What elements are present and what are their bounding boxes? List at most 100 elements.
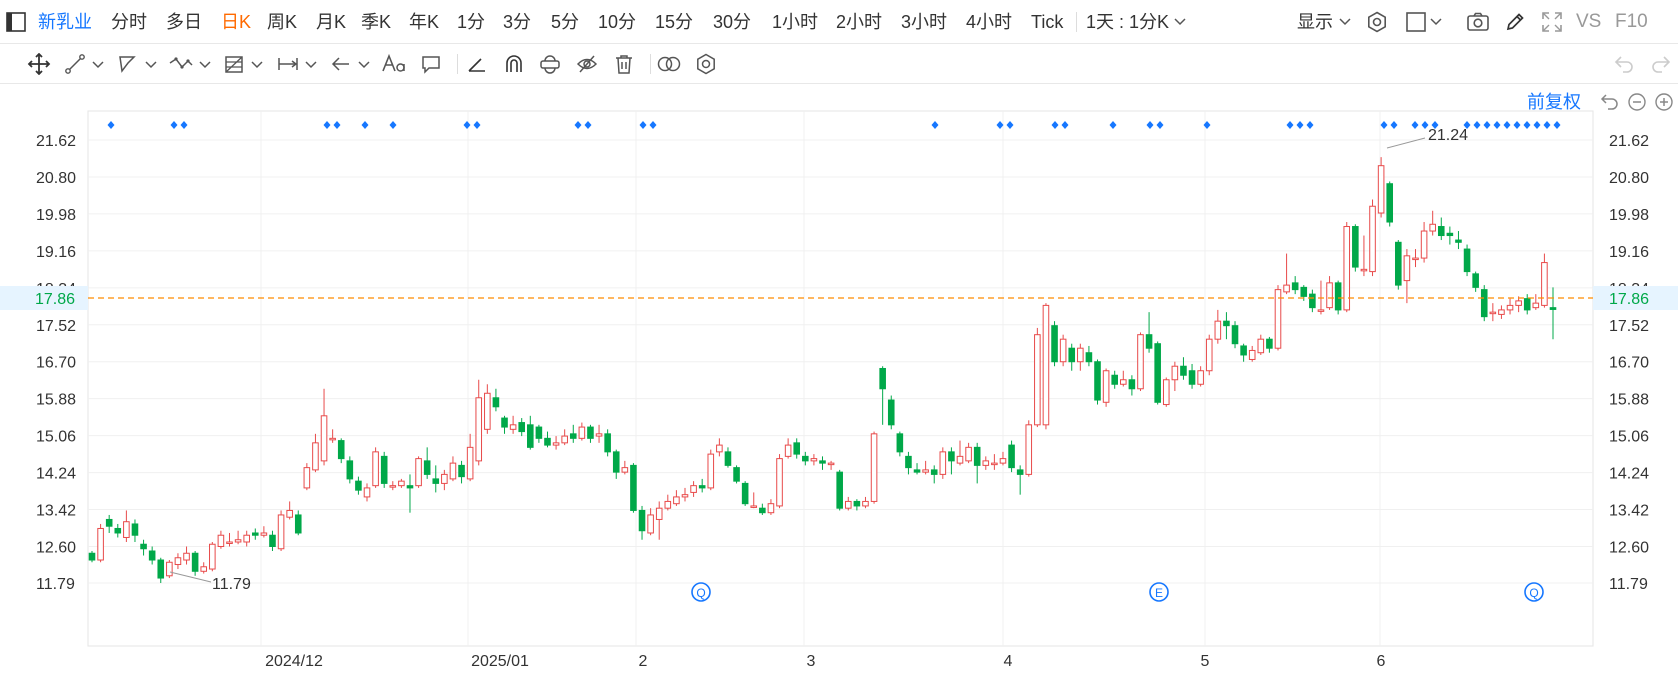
candlestick-chart[interactable]: 21.62 21.62 20.80 20.80 19.98 19.98 19.16 19.16… [0, 84, 1678, 679]
candle-up [415, 458, 422, 487]
candle-down [518, 422, 525, 433]
trash-icon[interactable] [614, 53, 634, 75]
candle-down [114, 527, 122, 534]
layout-icon[interactable] [1405, 11, 1427, 33]
toolbar-separator [457, 54, 458, 74]
period-tab[interactable]: 年K [409, 0, 439, 44]
y-tick-label-left: 13.42 [36, 503, 76, 520]
period-tab[interactable]: 30分 [713, 0, 751, 44]
fibonacci-icon[interactable] [223, 53, 245, 75]
undo-icon[interactable] [1613, 53, 1635, 75]
gear-icon[interactable] [1366, 11, 1388, 33]
chevron-down-icon[interactable] [92, 60, 104, 70]
arrow-left-icon[interactable] [330, 53, 352, 75]
candle-up [260, 532, 268, 536]
polygon-tool-icon[interactable] [116, 53, 138, 75]
x-tick-label: 3 [807, 653, 816, 670]
chevron-down-icon[interactable] [145, 60, 157, 70]
y-tick-label-right: 12.60 [1609, 539, 1649, 556]
period-tab[interactable]: 4小时 [966, 0, 1012, 44]
chevron-down-icon[interactable] [199, 60, 211, 70]
candle-up [1489, 311, 1497, 315]
camera-icon[interactable] [1466, 11, 1490, 33]
candle-up [286, 509, 293, 518]
period-tab[interactable]: Tick [1031, 0, 1063, 44]
chevron-down-icon[interactable] [251, 60, 263, 70]
period-tab[interactable]: 多日 [166, 0, 202, 44]
candle-up [561, 435, 568, 444]
candle-down [1094, 361, 1101, 401]
candle-up [681, 494, 689, 498]
chevron-down-icon[interactable] [305, 60, 317, 70]
range-measure-icon[interactable] [276, 53, 300, 75]
candle-down [759, 507, 766, 514]
period-tab[interactable]: 15分 [655, 0, 693, 44]
candle-up [784, 444, 792, 457]
period-tab[interactable]: 月K [316, 0, 346, 44]
period-tab[interactable]: 1小时 [772, 0, 818, 44]
wave-tool-icon[interactable] [168, 53, 194, 75]
candle-up [1257, 338, 1265, 354]
signal-diamond [574, 121, 582, 129]
event-marker-e[interactable]: E [1149, 582, 1169, 602]
sidebar-toggle-icon[interactable] [6, 12, 26, 32]
candle-up [97, 527, 104, 561]
interval-select[interactable]: 1天 : 1分K [1086, 0, 1169, 44]
redo-icon[interactable] [1650, 53, 1672, 75]
x-tick-label: 2 [639, 653, 648, 670]
candle-down [380, 455, 388, 484]
display-menu-label: 显示 [1297, 12, 1333, 32]
chevron-down-icon[interactable] [1339, 17, 1351, 27]
pencil-icon[interactable] [1504, 11, 1526, 33]
text-tool-icon[interactable] [381, 53, 407, 75]
vs-button[interactable]: VS [1576, 0, 1601, 44]
candle-up [578, 426, 586, 439]
period-tab[interactable]: 分时 [111, 0, 147, 44]
signal-diamond [931, 121, 939, 129]
candle-up [1059, 338, 1067, 363]
candle-down [432, 478, 440, 484]
candle-down [1188, 370, 1196, 385]
candle-down [905, 455, 912, 469]
angle-tool-icon[interactable] [466, 53, 488, 75]
candle-up [475, 397, 483, 462]
candle-up [1205, 338, 1213, 372]
period-tab[interactable]: 5分 [551, 0, 579, 44]
period-tab[interactable]: 10分 [598, 0, 636, 44]
candle-down [157, 559, 165, 579]
period-tab[interactable]: 1分 [457, 0, 485, 44]
comment-icon[interactable] [420, 53, 442, 75]
signal-diamond [1006, 121, 1014, 129]
svg-text:Q: Q [1529, 586, 1538, 600]
candle-up [664, 500, 672, 509]
fullscreen-icon[interactable] [1541, 11, 1563, 33]
period-tab[interactable]: 2小时 [836, 0, 882, 44]
y-tick-label-left: 15.06 [36, 429, 76, 446]
lock-drawings-icon[interactable] [538, 53, 562, 75]
trend-line-icon[interactable] [64, 53, 86, 75]
chevron-down-icon[interactable] [358, 60, 370, 70]
period-tab[interactable]: 3分 [503, 0, 531, 44]
compare-icon[interactable] [656, 53, 682, 75]
period-tab-active[interactable]: 日K [221, 0, 251, 44]
stock-name[interactable]: 新乳业 [38, 0, 92, 44]
candle-up [200, 566, 208, 572]
settings-gear-icon[interactable] [695, 53, 717, 75]
period-tab[interactable]: 3小时 [901, 0, 947, 44]
event-marker-q[interactable]: Q [691, 582, 711, 602]
chevron-down-icon[interactable] [1430, 17, 1442, 27]
signal-diamond [1061, 121, 1069, 129]
candle-up [303, 467, 311, 489]
event-marker-q[interactable]: Q [1524, 582, 1544, 602]
chevron-down-icon[interactable] [1174, 17, 1186, 27]
f10-button[interactable]: F10 [1615, 0, 1648, 44]
crosshair-move-icon[interactable] [27, 53, 51, 75]
candle-down [879, 367, 886, 390]
display-menu[interactable]: 显示 [1297, 0, 1333, 44]
magnet-icon[interactable] [503, 53, 525, 75]
chart-grid [87, 110, 1594, 647]
period-tab[interactable]: 周K [267, 0, 297, 44]
period-tab[interactable]: 季K [361, 0, 391, 44]
hide-drawings-icon[interactable] [576, 53, 598, 75]
candle-up [1248, 349, 1256, 360]
